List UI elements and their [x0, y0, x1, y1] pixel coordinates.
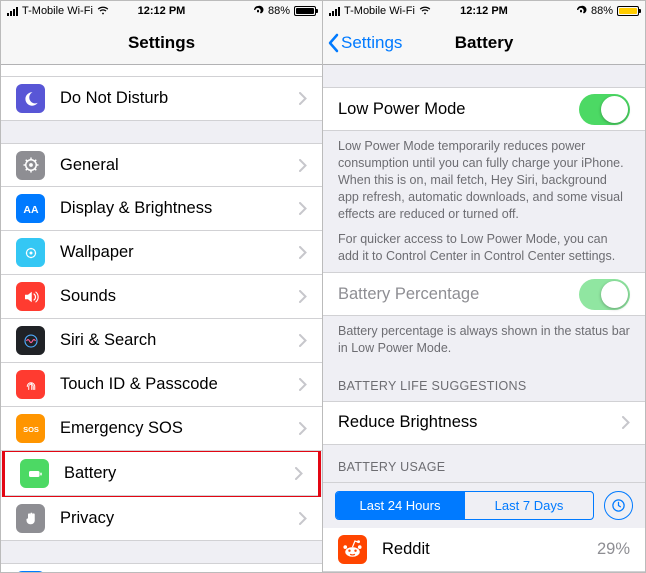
- usage-header: BATTERY USAGE: [323, 445, 645, 482]
- chevron-right-icon: [299, 290, 307, 303]
- segmented-control[interactable]: Last 24 Hours Last 7 Days: [335, 491, 594, 520]
- battery-content[interactable]: Low Power Mode Low Power Mode temporaril…: [323, 65, 645, 572]
- usage-range-control: Last 24 Hours Last 7 Days: [323, 482, 645, 528]
- row-label: Siri & Search: [60, 331, 299, 350]
- wifi-icon: [419, 6, 431, 16]
- settings-screen: T-Mobile Wi-Fi 12:12 PM 88% Settings Do …: [1, 1, 323, 572]
- back-label: Settings: [341, 33, 402, 53]
- siri-icon: [16, 326, 45, 355]
- clock-time: 12:12 PM: [460, 5, 508, 17]
- row-label: Touch ID & Passcode: [60, 375, 299, 394]
- settings-list[interactable]: Do Not Disturb General AA Display & Brig…: [1, 65, 322, 572]
- battery-percentage: 88%: [268, 5, 290, 17]
- row-itunes-appstore[interactable]: iTunes & App Store: [1, 563, 322, 572]
- chevron-right-icon: [299, 246, 307, 259]
- page-title: Battery: [455, 33, 514, 53]
- app-name: Reddit: [382, 540, 597, 559]
- cellular-signal-icon: [329, 6, 340, 16]
- nav-bar: Settings Battery: [323, 21, 645, 65]
- row-do-not-disturb[interactable]: Do Not Disturb: [1, 77, 322, 121]
- highlight-battery-row: Battery: [2, 449, 321, 499]
- status-bar: T-Mobile Wi-Fi 12:12 PM 88%: [1, 1, 322, 21]
- chevron-right-icon: [299, 512, 307, 525]
- gear-icon: [16, 151, 45, 180]
- row-label: General: [60, 156, 299, 175]
- row-wallpaper[interactable]: Wallpaper: [1, 231, 322, 275]
- chevron-right-icon: [299, 92, 307, 105]
- row-battery-percentage: Battery Percentage: [323, 272, 645, 316]
- sos-icon: SOS: [16, 414, 45, 443]
- suggestions-header: BATTERY LIFE SUGGESTIONS: [323, 364, 645, 401]
- low-power-description: Low Power Mode temporarily reduces power…: [323, 131, 645, 229]
- low-power-toggle[interactable]: [579, 94, 630, 125]
- row-label: Display & Brightness: [60, 199, 299, 218]
- chevron-right-icon: [299, 159, 307, 172]
- row-sounds[interactable]: Sounds: [1, 275, 322, 319]
- tab-last-7-days[interactable]: Last 7 Days: [464, 492, 593, 519]
- chevron-right-icon: [622, 416, 630, 429]
- low-power-cc-tip: For quicker access to Low Power Mode, yo…: [323, 229, 645, 272]
- chevron-right-icon: [299, 202, 307, 215]
- battery-icon: [617, 6, 639, 16]
- row-label: Battery: [64, 464, 295, 483]
- row-label: Sounds: [60, 287, 299, 306]
- nav-bar: Settings: [1, 21, 322, 65]
- battery-pct-description: Battery percentage is always shown in th…: [323, 316, 645, 364]
- row-siri-search[interactable]: Siri & Search: [1, 319, 322, 363]
- orientation-lock-icon: [575, 5, 587, 17]
- battery-percentage: 88%: [591, 5, 613, 17]
- battery-percentage-toggle: [579, 279, 630, 310]
- wallpaper-icon: [16, 238, 45, 267]
- row-low-power-mode[interactable]: Low Power Mode: [323, 87, 645, 131]
- app-pct: 29%: [597, 540, 630, 559]
- row-label: Low Power Mode: [338, 100, 579, 119]
- orientation-lock-icon: [252, 5, 264, 17]
- chevron-right-icon: [295, 467, 303, 480]
- row-emergency-sos[interactable]: SOS Emergency SOS: [1, 407, 322, 451]
- speaker-icon: [16, 282, 45, 311]
- carrier-label: T-Mobile Wi-Fi: [344, 5, 415, 17]
- wifi-icon: [97, 6, 109, 16]
- row-reduce-brightness[interactable]: Reduce Brightness: [323, 401, 645, 445]
- hand-icon: [16, 504, 45, 533]
- svg-text:AA: AA: [23, 203, 39, 215]
- reddit-icon: [338, 535, 367, 564]
- row-label: Reduce Brightness: [338, 413, 622, 432]
- tab-last-24-hours[interactable]: Last 24 Hours: [336, 492, 464, 519]
- back-button[interactable]: Settings: [327, 33, 402, 53]
- cellular-signal-icon: [7, 6, 18, 16]
- carrier-label: T-Mobile Wi-Fi: [22, 5, 93, 17]
- row-label: Wallpaper: [60, 243, 299, 262]
- battery-icon: [294, 6, 316, 16]
- page-title: Settings: [128, 33, 195, 53]
- svg-text:SOS: SOS: [23, 425, 39, 434]
- status-bar: T-Mobile Wi-Fi 12:12 PM 88%: [323, 1, 645, 21]
- row-privacy[interactable]: Privacy: [1, 497, 322, 541]
- row-touchid-passcode[interactable]: Touch ID & Passcode: [1, 363, 322, 407]
- chevron-right-icon: [299, 378, 307, 391]
- row-label: Emergency SOS: [60, 419, 299, 438]
- row-label: Battery Percentage: [338, 285, 579, 304]
- row-battery[interactable]: Battery: [5, 452, 318, 496]
- row-label: Privacy: [60, 509, 299, 528]
- row-general[interactable]: General: [1, 143, 322, 187]
- fingerprint-icon: [16, 370, 45, 399]
- chevron-right-icon: [299, 334, 307, 347]
- app-usage-row[interactable]: Reddit 29%: [323, 528, 645, 572]
- row-display-brightness[interactable]: AA Display & Brightness: [1, 187, 322, 231]
- brightness-icon: AA: [16, 194, 45, 223]
- chevron-right-icon: [299, 422, 307, 435]
- battery-icon: [20, 459, 49, 488]
- battery-screen: T-Mobile Wi-Fi 12:12 PM 88% Settings Bat…: [323, 1, 645, 572]
- row-label: Do Not Disturb: [60, 89, 299, 108]
- moon-icon: [16, 84, 45, 113]
- clock-time: 12:12 PM: [138, 5, 186, 17]
- clock-detail-button[interactable]: [604, 491, 633, 520]
- appstore-icon: [16, 571, 45, 573]
- row-control-center-partial[interactable]: [1, 65, 322, 77]
